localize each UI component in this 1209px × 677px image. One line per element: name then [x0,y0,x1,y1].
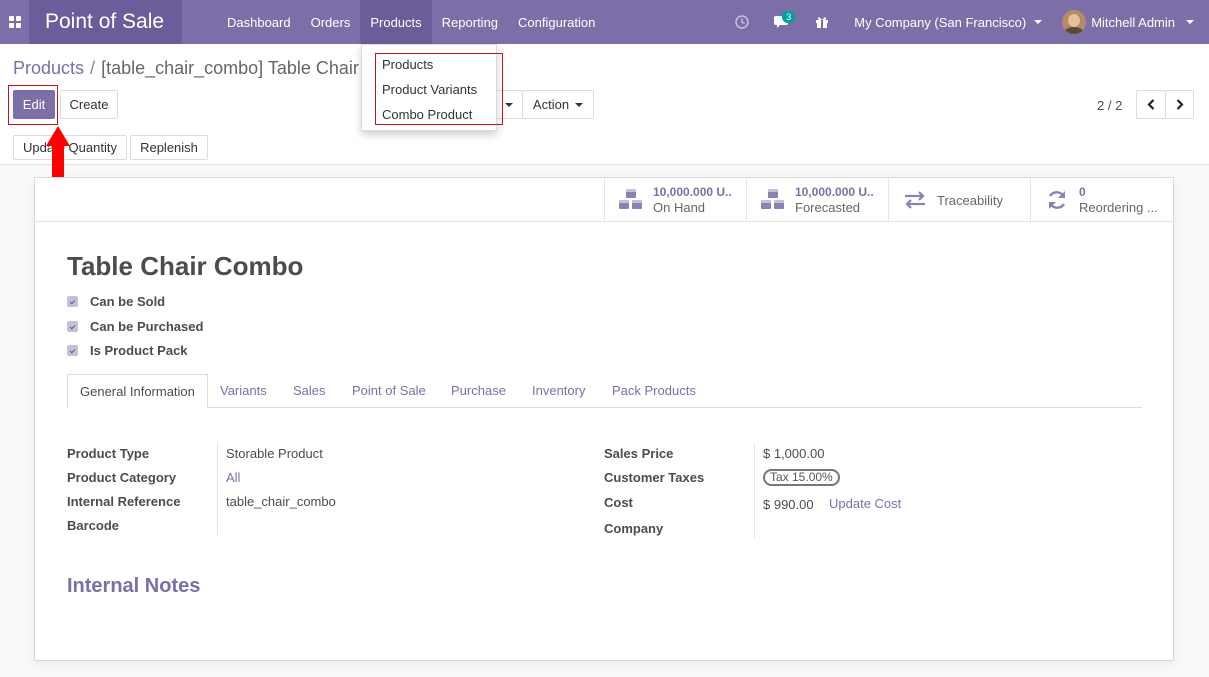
product-category-link[interactable]: All [226,470,240,485]
navbar-systray: 3 My Company (San Francisco) Mitchell Ad… [722,0,1209,44]
pager-previous-button[interactable] [1136,90,1166,119]
update-quantity-button[interactable]: Update Quantity [13,135,127,160]
traceability-label: Traceability [937,192,1003,208]
control-panel: Products / [table_chair_combo] Table Chair… [0,44,1209,165]
main-menu: Dashboard Orders Products Reporting Conf… [217,0,605,44]
breadcrumb-separator: / [90,58,96,78]
create-button[interactable]: Create [60,90,118,119]
tab-general-information[interactable]: General Information [67,374,208,408]
product-type-label: Product Type [67,446,150,461]
menu-configuration[interactable]: Configuration [508,0,605,44]
internal-reference-value: table_chair_combo [226,494,336,509]
menu-dashboard[interactable]: Dashboard [217,0,301,44]
forecasted-button[interactable]: 10,000.000 U.. Forecasted [746,178,888,222]
pager-next-button[interactable] [1165,90,1194,119]
action-button[interactable]: Action [522,90,594,119]
dropdown-item-products[interactable]: Products [382,57,433,72]
internal-notes-heading: Internal Notes [67,575,201,597]
products-dropdown-menu: Products Product Variants Combo Product [361,44,497,131]
cubes-icon [759,186,787,214]
apps-icon[interactable] [0,0,29,44]
refresh-icon [1043,186,1071,214]
edit-button[interactable]: Edit [13,90,55,119]
form-sheet: 10,000.000 U.. On Hand 10,000.000 U.. Fo… [34,177,1174,661]
can-be-sold-label: Can be Sold [90,294,166,309]
update-cost-link[interactable]: Update Cost [829,496,901,511]
sales-price-label: Sales Price [604,446,674,461]
forecasted-value: 10,000.000 U.. [795,185,874,199]
exchange-icon [901,186,929,214]
tab-purchase[interactable]: Purchase [451,374,506,407]
gift-icon[interactable] [802,0,842,44]
is-product-pack-row: Is Product Pack [67,343,188,358]
user-menu[interactable]: Mitchell Admin [1054,10,1209,34]
tab-sales[interactable]: Sales [293,374,326,407]
is-product-pack-label: Is Product Pack [90,343,188,358]
on-hand-value: 10,000.000 U.. [653,185,732,199]
company-label: Company [604,521,664,536]
app-name[interactable]: Point of Sale [29,0,182,44]
smart-button-box: 10,000.000 U.. On Hand 10,000.000 U.. Fo… [35,178,1173,222]
form-tabs: General Information Variants Sales Point… [67,374,1142,408]
arrow-up-icon [46,126,70,146]
chevron-right-icon [1176,99,1184,110]
chat-icon[interactable]: 3 [762,0,802,44]
print-dropdown-button[interactable] [496,90,523,119]
chevron-left-icon [1147,99,1155,110]
sales-price-value: $ 1,000.00 [763,446,825,461]
clock-icon[interactable] [722,0,762,44]
menu-reporting[interactable]: Reporting [432,0,508,44]
can-be-purchased-row: Can be Purchased [67,319,203,334]
company-name: My Company (San Francisco) [854,14,1027,30]
on-hand-button[interactable]: 10,000.000 U.. On Hand [604,178,746,222]
tax-badge: Tax 15.00% [763,469,840,486]
forecasted-label: Forecasted [795,200,861,215]
tab-pack-products[interactable]: Pack Products [612,374,696,407]
product-type-value: Storable Product [226,446,323,461]
tab-variants[interactable]: Variants [220,374,267,407]
internal-reference-label: Internal Reference [67,494,181,509]
cost-label: Cost [604,495,633,510]
dropdown-item-combo-product[interactable]: Combo Product [382,107,472,122]
field-divider [217,443,218,535]
traceability-button[interactable]: Traceability [888,178,1030,222]
can-be-purchased-label: Can be Purchased [90,319,204,334]
chevron-down-icon [1034,20,1043,24]
is-product-pack-checkbox[interactable] [67,345,78,356]
product-category-label: Product Category [67,470,177,485]
reordering-label: Reordering ... [1079,200,1158,215]
pager-value: 2 / 2 [1097,98,1123,113]
cost-value: $ 990.00 [763,497,814,512]
can-be-sold-row: Can be Sold [67,294,165,309]
menu-orders[interactable]: Orders [301,0,361,44]
barcode-label: Barcode [67,518,120,533]
tab-point-of-sale[interactable]: Point of Sale [352,374,426,407]
product-name: Table Chair Combo [67,251,304,281]
can-be-sold-checkbox[interactable] [67,296,78,307]
chat-count-badge: 3 [782,11,796,23]
cubes-icon [617,186,645,214]
top-navbar: Point of Sale Dashboard Orders Products … [0,0,1209,44]
avatar [1062,10,1087,34]
company-switcher[interactable]: My Company (San Francisco) [842,15,1054,30]
breadcrumb-products[interactable]: Products [13,58,84,78]
reordering-value: 0 [1079,185,1086,199]
menu-products[interactable]: Products [360,0,432,44]
field-divider [754,443,755,538]
chevron-down-icon [505,102,513,107]
chevron-down-icon [1186,20,1194,24]
reordering-button[interactable]: 0 Reordering ... [1030,178,1173,222]
chevron-down-icon [575,102,584,107]
tab-inventory[interactable]: Inventory [532,374,585,407]
customer-taxes-label: Customer Taxes [604,470,705,485]
on-hand-label: On Hand [653,200,706,215]
dropdown-item-product-variants[interactable]: Product Variants [382,82,477,97]
breadcrumb: Products / [table_chair_combo] Table Chair [13,58,359,79]
user-name: Mitchell Admin [1091,14,1175,30]
action-label: Action [532,97,570,112]
can-be-purchased-checkbox[interactable] [67,321,78,332]
replenish-button[interactable]: Replenish [130,135,208,160]
breadcrumb-current: [table_chair_combo] Table Chair [101,58,359,78]
